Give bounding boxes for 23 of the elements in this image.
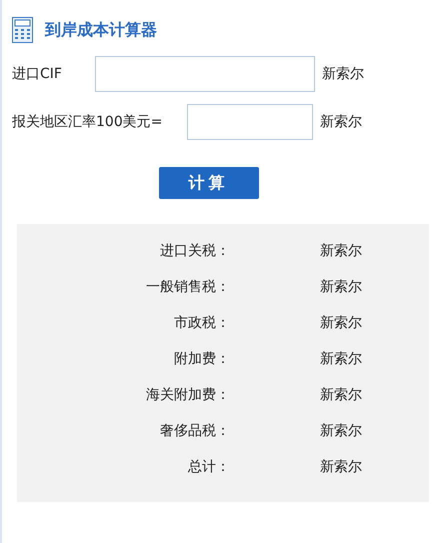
- calculate-button[interactable]: 计算: [158, 167, 258, 199]
- result-label: 市政税：: [173, 314, 230, 332]
- result-label: 奢侈品税：: [159, 422, 230, 440]
- result-value: 新索尔: [320, 422, 362, 440]
- field-label: 进口CIF: [12, 65, 63, 83]
- result-label: 附加费：: [173, 350, 230, 368]
- result-value: 新索尔: [320, 458, 362, 476]
- unit-label: 新索尔: [322, 65, 364, 83]
- calculator-icon: [12, 17, 33, 43]
- page-title: 到岸成本计算器: [45, 20, 157, 40]
- field-label: 报关地区汇率100美元=: [12, 113, 164, 131]
- result-label: 一般销售税：: [145, 278, 230, 296]
- result-value: 新索尔: [320, 350, 362, 368]
- result-label: 进口关税：: [159, 242, 230, 260]
- result-value: 新索尔: [320, 314, 362, 332]
- result-label: 总计：: [187, 458, 230, 476]
- result-label: 海关附加费：: [145, 386, 230, 404]
- input-field[interactable]: [187, 104, 313, 140]
- input-field[interactable]: [95, 56, 315, 92]
- result-value: 新索尔: [320, 278, 362, 296]
- result-value: 新索尔: [320, 242, 362, 260]
- result-value: 新索尔: [320, 386, 362, 404]
- unit-label: 新索尔: [320, 113, 362, 131]
